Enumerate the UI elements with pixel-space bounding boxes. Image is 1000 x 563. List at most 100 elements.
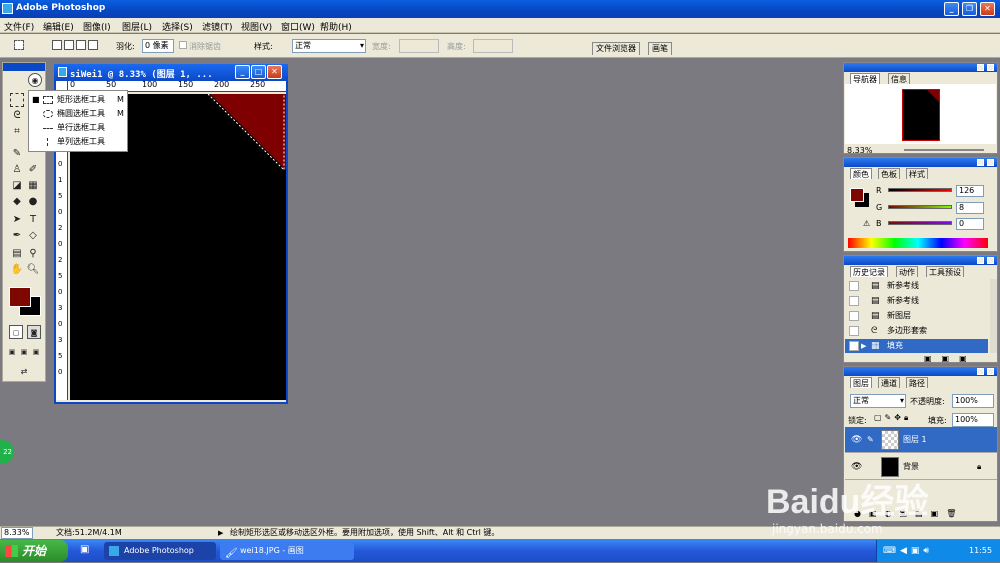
lasso-tool-icon[interactable]: ᘓ bbox=[10, 109, 24, 123]
history-snapshot-checkbox[interactable] bbox=[849, 326, 859, 336]
gradient-tool-icon[interactable]: ▦ bbox=[26, 179, 40, 193]
panel-close-button[interactable] bbox=[987, 64, 994, 71]
tab-brushes[interactable]: 画笔 bbox=[648, 42, 672, 55]
tab-navigator[interactable]: 导航器 bbox=[850, 73, 880, 84]
color-fg-swatch[interactable] bbox=[850, 188, 864, 202]
flyout-single-column-marquee[interactable]: 单列选框工具 bbox=[29, 135, 127, 149]
panel-close-button[interactable] bbox=[987, 257, 994, 264]
history-snapshot-checkbox[interactable] bbox=[849, 311, 859, 321]
doc-close-button[interactable]: ✕ bbox=[267, 65, 282, 79]
start-button[interactable]: 开始 bbox=[0, 540, 68, 562]
fill-input[interactable]: 100% bbox=[952, 413, 994, 427]
r-slider[interactable] bbox=[888, 188, 952, 192]
menu-file[interactable]: 文件(F) bbox=[4, 20, 34, 33]
status-arrow-icon[interactable]: ▶ bbox=[218, 527, 223, 539]
eraser-tool-icon[interactable]: ◪ bbox=[10, 179, 24, 193]
panel-close-button[interactable] bbox=[987, 159, 994, 166]
r-value[interactable]: 126 bbox=[956, 185, 984, 197]
tab-color[interactable]: 颜色 bbox=[850, 168, 872, 179]
jump-to-imageready-icon[interactable]: ⇄ bbox=[9, 365, 39, 379]
tab-styles[interactable]: 样式 bbox=[906, 168, 928, 179]
opacity-input[interactable]: 100% bbox=[952, 394, 994, 408]
menu-select[interactable]: 选择(S) bbox=[162, 20, 193, 33]
minimize-button[interactable]: _ bbox=[944, 2, 959, 16]
tab-layers[interactable]: 图层 bbox=[850, 377, 872, 388]
navigator-thumbnail[interactable] bbox=[902, 89, 940, 141]
hand-tool-icon[interactable]: ✋ bbox=[10, 263, 24, 277]
status-doc-size[interactable]: 文档:51.2M/4.1M bbox=[56, 527, 122, 539]
document-title-bar[interactable]: siWei1 @ 8.33% (图层 1, ... _ □ ✕ bbox=[54, 64, 288, 81]
feather-input[interactable]: 0 像素 bbox=[142, 39, 174, 53]
blend-mode-select[interactable]: 正常 ▾ bbox=[850, 394, 906, 408]
panel-minimize-button[interactable] bbox=[977, 159, 984, 166]
crop-tool-icon[interactable]: ⌗ bbox=[10, 125, 24, 139]
restore-button[interactable]: ❐ bbox=[962, 2, 977, 16]
history-item[interactable]: ᘓ 多边形套索 bbox=[845, 324, 988, 338]
navigator-zoom-slider[interactable] bbox=[904, 149, 984, 151]
stamp-tool-icon[interactable]: ♙ bbox=[10, 163, 24, 177]
tab-history[interactable]: 历史记录 bbox=[850, 266, 888, 277]
history-snapshot-checkbox[interactable] bbox=[849, 281, 859, 291]
blur-tool-icon[interactable]: ◆ bbox=[10, 195, 24, 209]
color-spectrum-bar[interactable] bbox=[848, 238, 988, 248]
panel-minimize-button[interactable] bbox=[977, 257, 984, 264]
screen-mode-3-icon[interactable]: ▣ bbox=[30, 345, 42, 359]
eyedropper-icon[interactable]: ⚲ bbox=[26, 247, 40, 261]
zoom-tool-icon[interactable]: 🔍︎ bbox=[26, 263, 40, 277]
history-scrollbar[interactable] bbox=[990, 279, 997, 353]
menu-layer[interactable]: 图层(L) bbox=[122, 20, 152, 33]
dodge-tool-icon[interactable]: ● bbox=[26, 195, 40, 209]
menu-view[interactable]: 视图(V) bbox=[241, 20, 272, 33]
rect-marquee-tool-icon[interactable] bbox=[10, 93, 24, 107]
type-tool-icon[interactable]: T bbox=[26, 213, 40, 227]
height-input[interactable] bbox=[473, 39, 513, 53]
layer-row-layer1[interactable]: 👁︎ ✎ 图层 1 bbox=[845, 427, 997, 453]
doc-maximize-button[interactable]: □ bbox=[251, 65, 266, 79]
style-select[interactable]: 正常 ▾ bbox=[292, 39, 366, 53]
history-item[interactable]: ▤ 新图层 bbox=[845, 309, 988, 323]
flyout-rect-marquee[interactable]: ■ 矩形选框工具 M bbox=[29, 93, 127, 107]
foreground-color-swatch[interactable] bbox=[9, 287, 31, 307]
panel-close-button[interactable] bbox=[987, 368, 994, 375]
flyout-single-row-marquee[interactable]: 单行选框工具 bbox=[29, 121, 127, 135]
marquee-preset-icon[interactable] bbox=[14, 40, 24, 50]
tab-actions[interactable]: 动作 bbox=[896, 266, 918, 277]
screen-mode-2-icon[interactable]: ▣ bbox=[18, 345, 30, 359]
navigator-zoom[interactable]: 8.33% bbox=[847, 146, 872, 155]
new-selection-icon[interactable] bbox=[52, 40, 62, 50]
notification-badge[interactable]: 22 bbox=[0, 440, 14, 464]
menu-image[interactable]: 图像(I) bbox=[83, 20, 111, 33]
visibility-eye-icon[interactable]: 👁︎ bbox=[851, 427, 862, 453]
menu-edit[interactable]: 编辑(E) bbox=[43, 20, 74, 33]
tab-paths[interactable]: 路径 bbox=[906, 377, 928, 388]
g-value[interactable]: 8 bbox=[956, 202, 984, 214]
taskbar-item-photoshop[interactable]: Adobe Photoshop bbox=[104, 542, 216, 560]
add-selection-icon[interactable] bbox=[64, 40, 74, 50]
history-brush-icon[interactable]: ✐ bbox=[26, 163, 40, 177]
flyout-ellipse-marquee[interactable]: 椭圆选框工具 M bbox=[29, 107, 127, 121]
width-input[interactable] bbox=[399, 39, 439, 53]
tab-tool-presets[interactable]: 工具预设 bbox=[926, 266, 964, 277]
standard-mode-icon[interactable]: ▢ bbox=[9, 325, 23, 339]
menu-help[interactable]: 帮助(H) bbox=[320, 20, 352, 33]
pen-tool-icon[interactable]: ✒ bbox=[10, 229, 24, 243]
quickmask-mode-icon[interactable]: ◙ bbox=[27, 325, 41, 339]
tab-channels[interactable]: 通道 bbox=[878, 377, 900, 388]
history-snapshot-checkbox[interactable] bbox=[849, 296, 859, 306]
tab-file-browser[interactable]: 文件浏览器 bbox=[592, 42, 640, 55]
menu-filter[interactable]: 滤镜(T) bbox=[202, 20, 233, 33]
intersect-selection-icon[interactable] bbox=[88, 40, 98, 50]
panel-minimize-button[interactable] bbox=[977, 368, 984, 375]
clock[interactable]: 11:55 bbox=[969, 540, 992, 562]
screen-mode-1-icon[interactable]: ▣ bbox=[6, 345, 18, 359]
subtract-selection-icon[interactable] bbox=[76, 40, 86, 50]
history-snapshot-checkbox[interactable] bbox=[849, 341, 859, 351]
notes-tool-icon[interactable]: ▤ bbox=[10, 247, 24, 261]
b-slider[interactable] bbox=[888, 221, 952, 225]
tab-swatches[interactable]: 色板 bbox=[878, 168, 900, 179]
lock-icons[interactable]: ▢✎✥🔒︎ bbox=[874, 413, 911, 423]
menu-window[interactable]: 窗口(W) bbox=[281, 20, 315, 33]
close-button[interactable]: ✕ bbox=[980, 2, 995, 16]
path-select-icon[interactable]: ➤ bbox=[10, 213, 24, 227]
taskbar-item-paint[interactable]: 🖌︎ wei18.JPG - 画图 bbox=[220, 542, 354, 560]
